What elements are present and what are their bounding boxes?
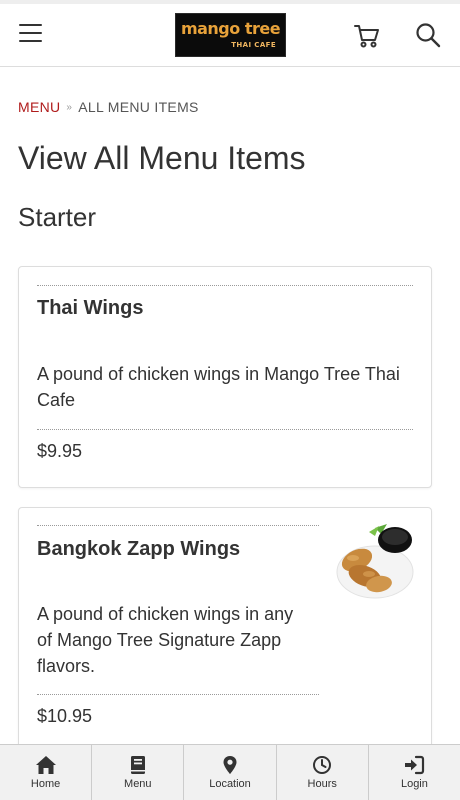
menu-item-card[interactable]: Bangkok Zapp Wings A pound of chicken wi… (18, 507, 432, 767)
clock-icon (311, 755, 333, 775)
cart-icon[interactable] (353, 22, 381, 50)
dotted-divider (37, 694, 319, 695)
nav-login[interactable]: Login (369, 745, 460, 800)
nav-menu[interactable]: Menu (92, 745, 185, 800)
page-title: View All Menu Items (18, 140, 306, 176)
home-icon (35, 755, 57, 775)
logo-sub-text: THAI CAFE (231, 41, 276, 49)
description-line: A pound of chicken wings in Mango Tree T… (37, 364, 400, 384)
dotted-divider (37, 285, 413, 286)
menu-item-description: A pound of chicken wings in Mango Tree T… (37, 361, 400, 413)
site-header: mango tree THAI CAFE (0, 4, 460, 67)
menu-item-card[interactable]: Thai Wings A pound of chicken wings in M… (18, 266, 432, 488)
menu-item-name: Bangkok Zapp Wings (37, 538, 241, 560)
nav-label: Hours (307, 778, 337, 790)
nav-label: Menu (124, 778, 152, 790)
menu-toggle-icon[interactable] (19, 24, 42, 44)
dotted-divider (37, 525, 319, 526)
menu-item-description: A pound of chicken wings in any of Mango… (37, 601, 293, 679)
nav-label: Location (209, 778, 251, 790)
nav-hours[interactable]: Hours (277, 745, 369, 800)
nav-home[interactable]: Home (0, 745, 93, 800)
map-pin-icon (219, 755, 241, 775)
description-line: of Mango Tree Signature Zapp (37, 630, 282, 650)
menu-item-name: Thai Wings (37, 297, 144, 319)
breadcrumb-current: ALL MENU ITEMS (78, 99, 199, 115)
logo-main-text: mango tree (180, 19, 281, 38)
menu-item-price: $10.95 (37, 706, 93, 726)
menu-item-image[interactable] (335, 522, 415, 602)
description-line: A pound of chicken wings in any (37, 604, 294, 624)
dotted-divider (37, 429, 413, 430)
book-icon (127, 755, 149, 775)
nav-label: Home (30, 778, 61, 790)
bottom-nav: Home Menu Location Hours Login (0, 744, 460, 800)
nav-location[interactable]: Location (184, 745, 277, 800)
nav-label: Login (400, 778, 428, 790)
breadcrumb: MENU » ALL MENU ITEMS (18, 99, 199, 115)
description-line: flavors. (37, 656, 96, 676)
sign-in-icon (403, 755, 425, 775)
section-title: Starter (18, 202, 97, 232)
breadcrumb-separator: » (66, 102, 73, 113)
menu-item-price: $9.95 (37, 441, 83, 461)
breadcrumb-menu-link[interactable]: MENU (18, 99, 60, 115)
description-line: Cafe (37, 390, 76, 410)
search-icon[interactable] (415, 22, 441, 48)
site-logo[interactable]: mango tree THAI CAFE (175, 13, 286, 57)
